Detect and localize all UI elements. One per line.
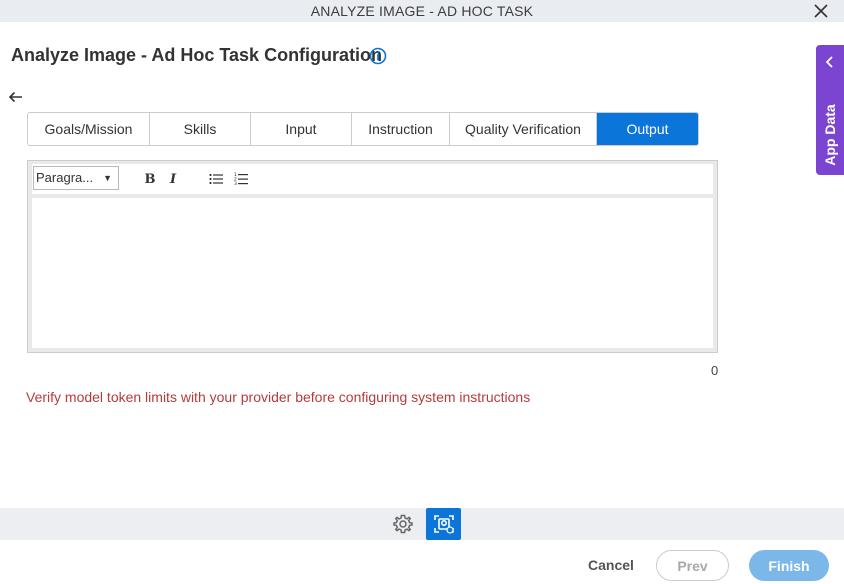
- tab-input[interactable]: Input: [251, 113, 352, 145]
- numbered-list-icon[interactable]: 1 2 3: [231, 169, 251, 189]
- italic-button[interactable]: I: [163, 169, 183, 189]
- bold-button[interactable]: B: [140, 169, 160, 189]
- paragraph-format-value: Paragra...: [36, 170, 94, 185]
- tab-output[interactable]: Output: [597, 113, 698, 145]
- paragraph-format-select[interactable]: Paragra... ▼: [33, 166, 119, 190]
- image-analyze-button[interactable]: [426, 508, 461, 540]
- info-icon[interactable]: [369, 47, 387, 65]
- character-count: 0: [711, 363, 719, 378]
- editor-toolbar: Paragra... ▼ B I 1 2 3: [32, 164, 713, 194]
- app-data-panel-toggle[interactable]: App Data: [816, 45, 844, 175]
- tab-instruction[interactable]: Instruction: [352, 113, 450, 145]
- rich-text-editor: Paragra... ▼ B I 1 2 3: [27, 160, 718, 353]
- tab-quality-verification[interactable]: Quality Verification: [450, 113, 597, 145]
- page-title: Analyze Image - Ad Hoc Task Configuratio…: [11, 45, 383, 65]
- window-title: ANALYZE IMAGE - AD HOC TASK: [310, 3, 534, 19]
- cancel-button[interactable]: Cancel: [588, 557, 634, 573]
- token-limit-warning: Verify model token limits with your prov…: [26, 389, 531, 405]
- tab-goals-mission[interactable]: Goals/Mission: [28, 113, 150, 145]
- bottom-toolbar: [0, 508, 844, 540]
- finish-button[interactable]: Finish: [749, 550, 829, 581]
- editor-content-area[interactable]: [32, 198, 713, 348]
- close-icon[interactable]: [810, 0, 832, 22]
- svg-text:3: 3: [234, 181, 237, 186]
- bullet-list-icon[interactable]: [206, 169, 226, 189]
- image-scan-icon: [433, 515, 454, 534]
- prev-button[interactable]: Prev: [656, 550, 729, 581]
- config-tabs: Goals/Mission Skills Input Instruction Q…: [27, 112, 699, 146]
- tab-skills[interactable]: Skills: [150, 113, 251, 145]
- app-data-label: App Data: [822, 104, 838, 166]
- window-titlebar: ANALYZE IMAGE - AD HOC TASK: [0, 0, 844, 22]
- gear-icon[interactable]: [392, 513, 414, 535]
- dropdown-arrow-icon: ▼: [103, 173, 112, 183]
- back-arrow-icon[interactable]: [7, 88, 25, 106]
- chevron-left-icon: [825, 56, 833, 68]
